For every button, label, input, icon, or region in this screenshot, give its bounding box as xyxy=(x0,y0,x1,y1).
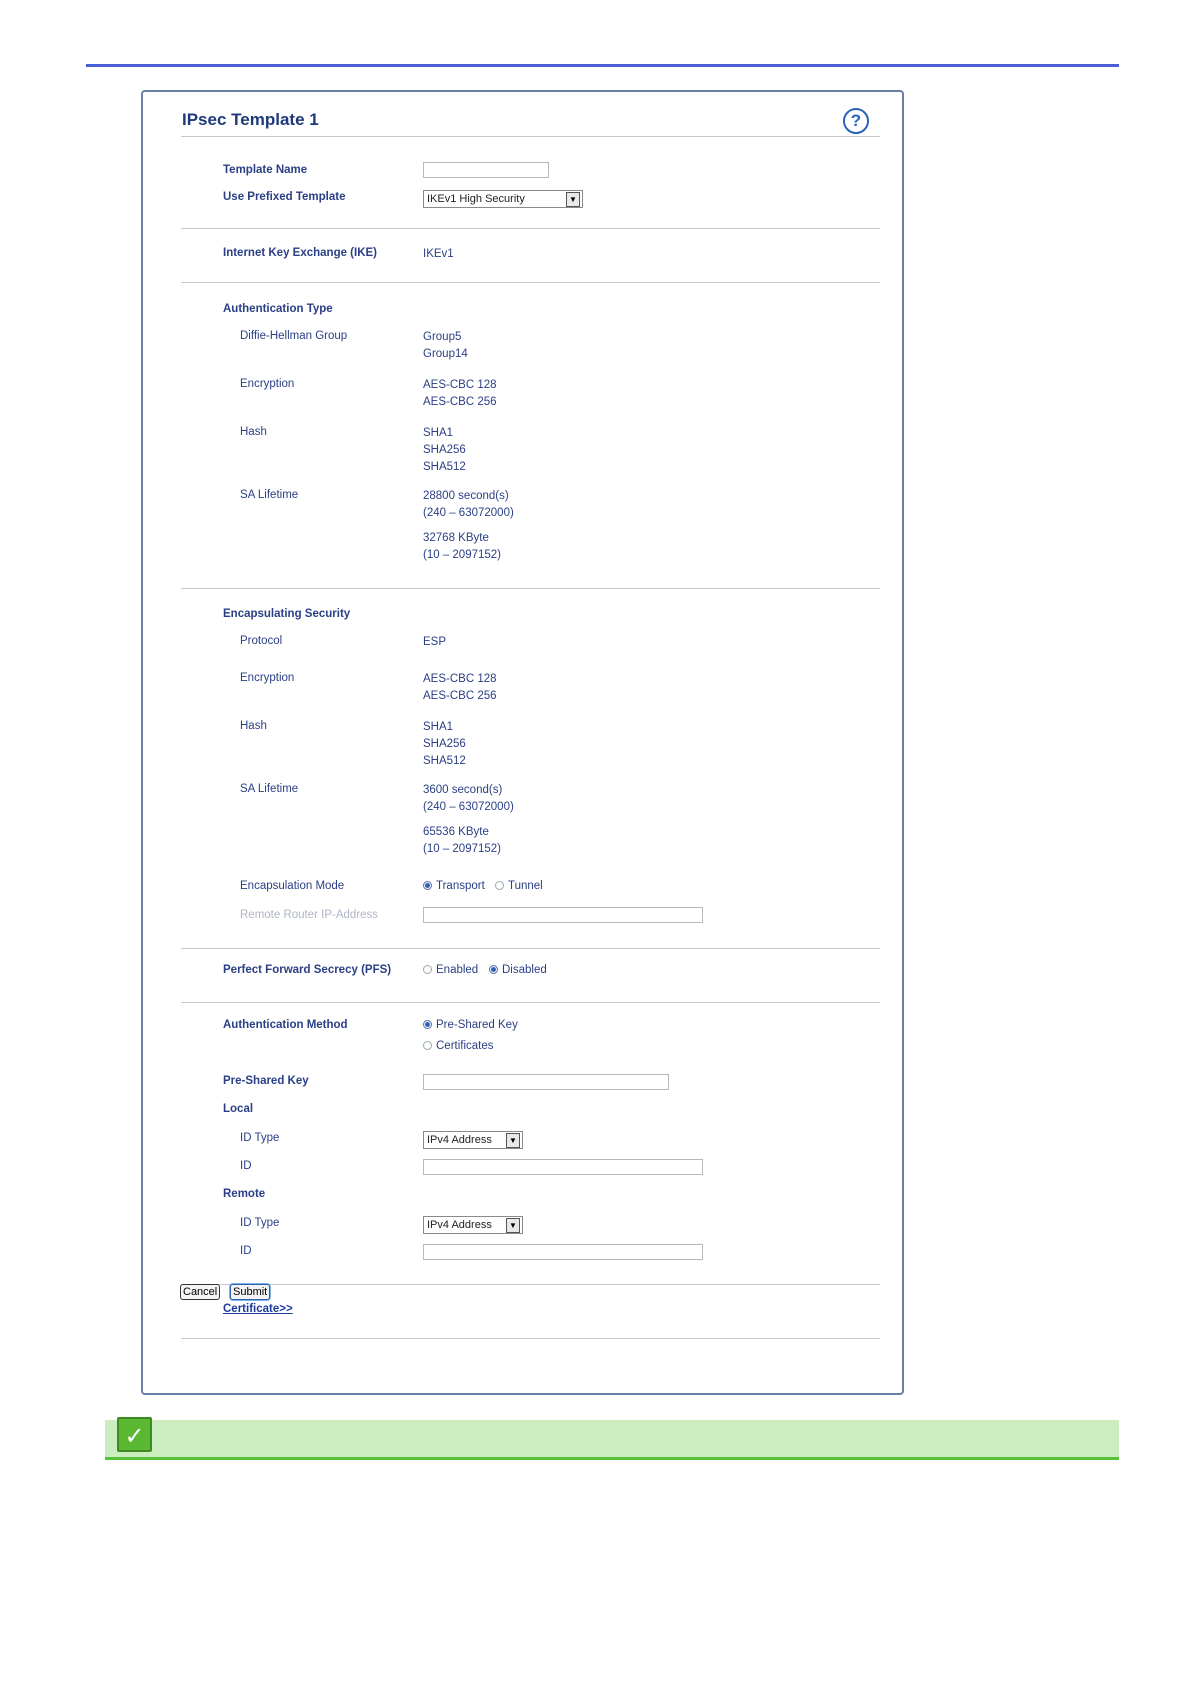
esp-sa-lifetime-label: SA Lifetime xyxy=(240,783,299,795)
auth-sa-lifetime-value: 28800 second(s) (240 – 63072000) 32768 KB… xyxy=(423,490,514,561)
template-name-label: Template Name xyxy=(223,164,308,176)
esp-encryption-label: Encryption xyxy=(240,672,295,684)
prefixed-template-label: Use Prefixed Template xyxy=(223,191,346,203)
remote-id-input[interactable] xyxy=(423,1244,703,1260)
pfs-label: Perfect Forward Secrecy (PFS) xyxy=(223,964,392,976)
remote-id-type-label: ID Type xyxy=(240,1217,280,1229)
cancel-button[interactable]: Cancel xyxy=(180,1284,221,1300)
radio-selected-icon xyxy=(489,965,498,974)
prefixed-template-select[interactable]: IKEv1 High Security ▼ xyxy=(423,190,583,208)
help-icon[interactable]: ? xyxy=(843,108,869,134)
radio-unselected-icon xyxy=(423,1041,432,1050)
radio-unselected-icon xyxy=(423,965,432,974)
local-id-type-value: IPv4 Address xyxy=(427,1134,492,1146)
auth-encryption-value: AES-CBC 128 AES-CBC 256 xyxy=(423,379,497,408)
esp-encryption-value: AES-CBC 128 AES-CBC 256 xyxy=(423,673,497,702)
psk-input[interactable] xyxy=(423,1074,669,1090)
encap-mode-transport-radio[interactable]: Transport xyxy=(423,880,485,892)
esp-sa-lifetime-value: 3600 second(s) (240 – 63072000) 65536 KBy… xyxy=(423,784,514,855)
auth-type-heading: Authentication Type xyxy=(223,303,333,315)
remote-router-ip-input[interactable] xyxy=(423,907,703,923)
pfs-enabled-radio[interactable]: Enabled xyxy=(423,964,478,976)
ipsec-template-panel: IPsec Template 1 ? Template Name Use Pre… xyxy=(141,90,904,1395)
encap-mode-tunnel-radio[interactable]: Tunnel xyxy=(495,880,543,892)
divider xyxy=(181,282,880,283)
local-id-input[interactable] xyxy=(423,1159,703,1175)
dh-group-value: Group5 Group14 xyxy=(423,331,468,360)
psk-label: Pre-Shared Key xyxy=(223,1075,309,1087)
auth-method-label: Authentication Method xyxy=(223,1019,348,1031)
submit-button[interactable]: Submit xyxy=(230,1284,271,1300)
divider xyxy=(181,1284,880,1285)
radio-selected-icon xyxy=(423,881,432,890)
divider xyxy=(181,1338,880,1339)
certificate-link[interactable]: Certificate>> xyxy=(223,1303,293,1315)
remote-router-ip-label: Remote Router IP-Address xyxy=(240,909,379,921)
auth-sa-lifetime-label: SA Lifetime xyxy=(240,489,299,501)
divider xyxy=(181,588,880,589)
page-title: IPsec Template 1 xyxy=(182,110,319,129)
divider xyxy=(181,228,880,229)
local-id-label: ID xyxy=(240,1160,252,1172)
remote-id-type-value: IPv4 Address xyxy=(427,1219,492,1231)
chevron-down-icon: ▼ xyxy=(506,1133,520,1148)
esp-hash-value: SHA1 SHA256 SHA512 xyxy=(423,721,466,767)
remote-id-label: ID xyxy=(240,1245,252,1257)
auth-method-psk-radio[interactable]: Pre-Shared Key xyxy=(423,1019,518,1031)
auth-method-certificates-radio[interactable]: Certificates xyxy=(423,1040,494,1052)
remote-heading: Remote xyxy=(223,1188,266,1200)
auth-hash-label: Hash xyxy=(240,426,267,438)
local-id-type-label: ID Type xyxy=(240,1132,280,1144)
top-rule xyxy=(86,64,1119,67)
local-heading: Local xyxy=(223,1103,254,1115)
chevron-down-icon: ▼ xyxy=(506,1218,520,1233)
auth-encryption-label: Encryption xyxy=(240,378,295,390)
encap-mode-label: Encapsulation Mode xyxy=(240,880,345,892)
local-id-type-select[interactable]: IPv4 Address ▼ xyxy=(423,1131,523,1149)
esp-hash-label: Hash xyxy=(240,720,267,732)
divider xyxy=(181,948,880,949)
remote-id-type-select[interactable]: IPv4 Address ▼ xyxy=(423,1216,523,1234)
radio-unselected-icon xyxy=(495,881,504,890)
auth-hash-value: SHA1 SHA256 SHA512 xyxy=(423,427,466,473)
pfs-disabled-radio[interactable]: Disabled xyxy=(489,964,547,976)
chevron-down-icon: ▼ xyxy=(566,192,580,207)
divider xyxy=(181,1002,880,1003)
checkmark-icon: ✓ xyxy=(117,1417,152,1452)
template-name-input[interactable] xyxy=(423,162,549,178)
protocol-label: Protocol xyxy=(240,635,283,647)
ike-label: Internet Key Exchange (IKE) xyxy=(223,247,378,259)
encap-security-heading: Encapsulating Security xyxy=(223,608,351,620)
ike-value: IKEv1 xyxy=(423,248,454,260)
protocol-value: ESP xyxy=(423,636,447,648)
prefixed-template-value: IKEv1 High Security xyxy=(427,193,525,205)
note-bar: ✓ xyxy=(105,1417,1119,1460)
divider xyxy=(181,136,880,137)
dh-group-label: Diffie-Hellman Group xyxy=(240,330,348,342)
radio-selected-icon xyxy=(423,1020,432,1029)
